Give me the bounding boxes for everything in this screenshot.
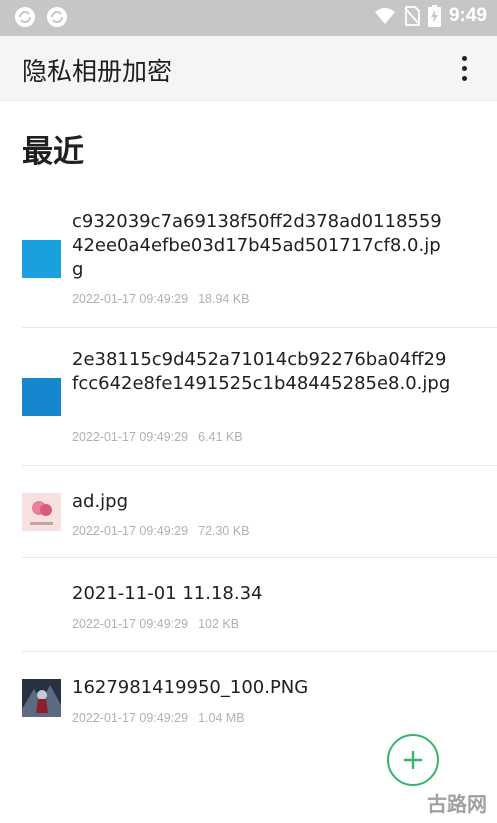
file-meta: 2022-01-17 09:49:29 18.94 KB [72,292,250,306]
section-title-recent: 最近 [22,134,84,170]
divider [22,327,497,328]
file-item[interactable]: 2e38115c9d452a71014cb92276ba04ff29fcc642… [0,346,497,466]
file-meta: 2022-01-17 09:49:29 72.30 KB [72,524,250,538]
watermark: 古路网 [427,792,487,816]
file-size: 18.94 KB [198,292,250,306]
file-meta: 2022-01-17 09:49:29 102 KB [72,617,239,631]
app-title: 隐私相册加密 [22,57,173,86]
file-meta: 2022-01-17 09:49:29 1.04 MB [72,711,245,725]
status-time: 9:49 [448,5,487,26]
file-date: 2022-01-17 09:49:29 [72,617,189,631]
game-image-icon [22,679,61,717]
file-date: 2022-01-17 09:49:29 [72,711,189,725]
file-size: 102 KB [198,617,240,631]
sync-icon [15,7,35,27]
file-item[interactable]: 1627981419950_100.PNG 2022-01-17 09:49:2… [0,652,497,746]
file-thumbnail [22,493,61,531]
file-name: 2e38115c9d452a71014cb92276ba04ff29fcc642… [72,349,451,394]
file-size: 6.41 KB [198,430,243,444]
file-thumbnail [22,378,61,416]
file-date: 2022-01-17 09:49:29 [72,524,189,538]
battery-charging-icon [427,5,441,27]
status-right-icons: 9:49 [374,5,487,27]
no-sim-icon [404,6,420,26]
file-size: 72.30 KB [198,524,250,538]
file-item[interactable]: ad.jpg 2022-01-17 09:49:29 72.30 KB [0,466,497,558]
status-left-icons [14,6,68,28]
add-button[interactable] [387,734,439,786]
file-item[interactable]: 2021-11-01 11.18.34 2022-01-17 09:49:29 1… [0,558,497,652]
file-name: ad.jpg [72,491,129,512]
app-bar: 隐私相册加密 [0,36,497,101]
more-vert-icon-dot [461,65,467,71]
file-thumbnail [22,679,61,717]
file-name: 1627981419950_100.PNG [72,677,309,698]
more-vert-icon-dot [461,55,467,61]
more-vert-icon-dot [461,75,467,81]
file-date: 2022-01-17 09:49:29 [72,292,189,306]
ad-image-icon [22,493,61,531]
file-name: c932039c7a69138f50ff2d378ad011855942ee0a… [72,211,442,280]
file-thumbnail [22,240,61,278]
status-bar: 9:49 [0,0,497,36]
file-item[interactable]: c932039c7a69138f50ff2d378ad011855942ee0a… [0,208,497,328]
wifi-icon [374,8,395,24]
file-size: 1.04 MB [198,711,245,725]
file-name: 2021-11-01 11.18.34 [72,583,263,604]
file-meta: 2022-01-17 09:49:29 6.41 KB [72,430,243,444]
plus-icon [404,751,422,769]
sync-icon [47,7,67,27]
file-date: 2022-01-17 09:49:29 [72,430,189,444]
more-options-button[interactable] [449,50,479,86]
